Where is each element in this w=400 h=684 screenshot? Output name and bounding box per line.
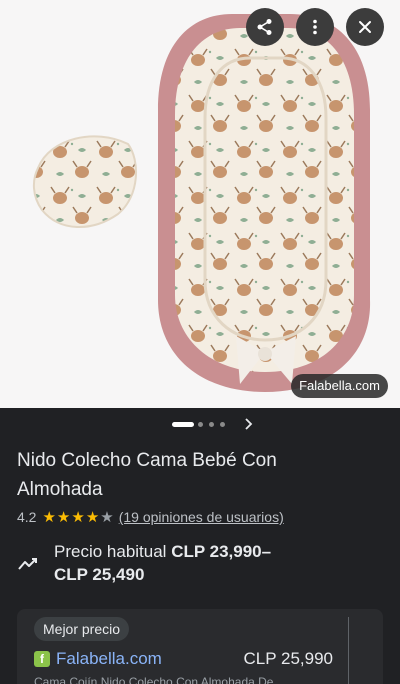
product-image [32, 14, 371, 392]
rating-value: 4.2 [17, 509, 37, 525]
trend-line-icon [18, 558, 37, 570]
merchant-name[interactable]: Falabella.com [56, 649, 162, 669]
star-full-icon: ★ [42, 508, 56, 526]
star-full-icon: ★ [71, 508, 85, 526]
star-empty-icon: ★ [100, 508, 114, 526]
carousel-dot[interactable] [220, 422, 225, 427]
price-range-start: CLP 23,990– [171, 542, 272, 561]
image-source-badge[interactable]: Falabella.com [291, 374, 388, 398]
star-full-icon: ★ [85, 508, 100, 526]
product-title: Nido Colecho Cama Bebé Con Almohada [17, 450, 277, 500]
merchant-logo: f [34, 651, 50, 667]
merchant-row[interactable]: f Falabella.com [34, 649, 162, 669]
price-range-text: Precio habitual CLP 23,990– CLP 25,490 [54, 540, 354, 586]
close-button[interactable] [346, 8, 384, 46]
price-label: Precio habitual [54, 542, 167, 561]
carousel-dot[interactable] [209, 422, 214, 427]
more-vert-icon [313, 19, 317, 35]
image-source-label: Falabella.com [299, 378, 380, 393]
close-icon [359, 21, 371, 33]
best-price-badge: Mejor precio [34, 617, 130, 641]
carousel-indicator [0, 418, 400, 432]
rating-row: 4.2 ★ ★ ★ ★ ★ (19 opiniones de usuarios) [17, 507, 284, 527]
offer-price: CLP 25,990 [243, 649, 333, 668]
card-divider [348, 617, 349, 684]
reviews-link[interactable]: (19 opiniones de usuarios) [119, 509, 284, 525]
offer-description: Cama Cojín Nido Colecho Con Almohada De.… [34, 675, 284, 684]
star-full-icon: ★ [56, 508, 71, 526]
chevron-right-icon[interactable] [243, 417, 253, 431]
price-range-end: CLP 25,490 [54, 565, 145, 584]
product-image-area[interactable]: Falabella.com [0, 0, 400, 408]
more-options-button[interactable] [296, 8, 334, 46]
carousel-dot-active[interactable] [172, 422, 194, 427]
carousel-dot[interactable] [198, 422, 203, 427]
offer-card[interactable]: Mejor precio f Falabella.com CLP 25,990 … [17, 609, 383, 684]
share-icon [257, 19, 272, 35]
share-button[interactable] [246, 8, 284, 46]
